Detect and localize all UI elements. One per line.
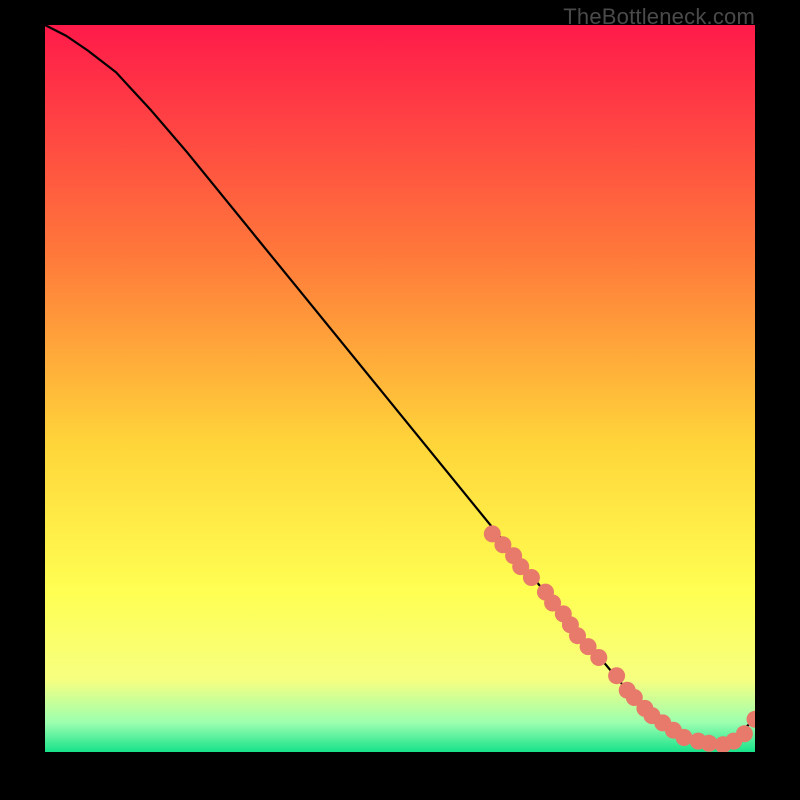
gradient-background — [45, 25, 755, 752]
chart-container: TheBottleneck.com — [0, 0, 800, 800]
chart-svg — [45, 25, 755, 752]
data-marker — [523, 569, 540, 586]
data-marker — [590, 649, 607, 666]
data-marker — [736, 725, 753, 742]
plot-area — [45, 25, 755, 752]
data-marker — [608, 667, 625, 684]
data-marker — [676, 729, 693, 746]
